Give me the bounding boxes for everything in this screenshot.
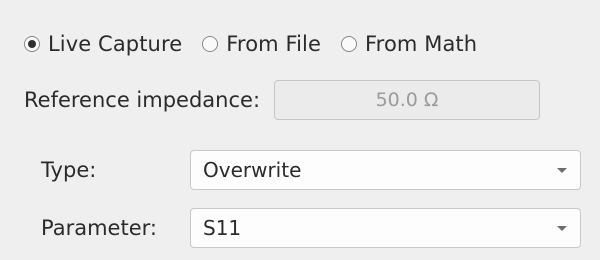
radio-live-capture[interactable]: Live Capture (24, 32, 182, 56)
parameter-label: Parameter: (41, 216, 157, 240)
radio-label-live-capture: Live Capture (48, 32, 183, 56)
reference-impedance-field: 50.0 Ω (274, 80, 541, 120)
radio-from-math[interactable]: From Math (341, 32, 477, 56)
reference-impedance-label: Reference impedance: (24, 88, 261, 112)
radio-button-unchecked-icon[interactable] (341, 36, 358, 52)
radio-button-checked-icon[interactable] (24, 36, 40, 52)
chevron-down-icon[interactable] (557, 225, 567, 231)
parameter-dropdown[interactable]: S11 (190, 208, 581, 248)
reference-impedance-row: Reference impedance: 50.0 Ω (24, 79, 541, 121)
radio-label-from-math: From Math (365, 32, 478, 56)
radio-button-unchecked-icon[interactable] (202, 36, 219, 52)
radio-from-file[interactable]: From File (202, 32, 321, 56)
radio-label-from-file: From File (226, 32, 322, 56)
type-label: Type: (41, 158, 97, 182)
chevron-down-icon[interactable] (557, 167, 567, 173)
type-dropdown-value: Overwrite (203, 158, 302, 182)
source-radio-group: Live Capture From File From Math (24, 24, 497, 64)
parameter-dropdown-value: S11 (203, 216, 242, 240)
type-dropdown[interactable]: Overwrite (190, 150, 581, 190)
